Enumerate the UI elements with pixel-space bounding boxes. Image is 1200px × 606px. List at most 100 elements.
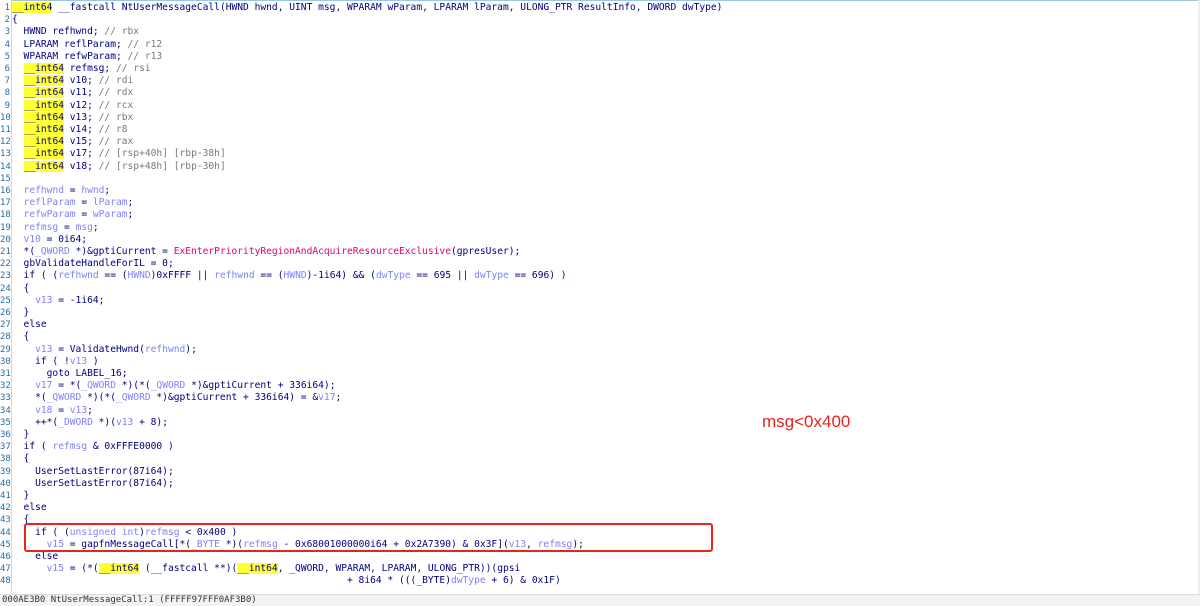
code-line[interactable]: 9 __int64 v12; // rcx [0,99,1190,112]
code-token: refwParam [12,209,76,221]
code-token: = *( [52,380,82,392]
code-token: *)( [92,416,116,428]
code-token: } [12,429,30,440]
code-line[interactable]: 3 HWND refhwnd; // rbx [0,26,1190,38]
code-token: // r8 [98,124,128,135]
code-line[interactable]: 25 v13 = -1i64; [0,295,1190,307]
line-number: 19 [0,222,11,233]
line-number: 3 [4,27,10,38]
line-number: 2 [4,15,10,26]
code-token: ; [92,221,99,233]
code-line[interactable]: 6 __int64 refmsg; // rsi [0,63,1190,75]
code-line[interactable]: 26 } [0,307,1190,319]
line-number: 23 [0,271,11,282]
code-token: hwnd [81,185,105,196]
code-line[interactable]: 36 } [0,429,1190,441]
code-line[interactable]: 48 + 8i64 * (((_BYTE)dwType + 6) & 0x1F) [0,575,1190,587]
code-line[interactable]: 2{ [0,14,1190,26]
code-token: // [rsp+48h] [rbp-30h] [98,160,226,172]
code-line[interactable]: 24 { [0,283,1190,295]
code-text: } [12,490,30,502]
code-token: v18; [64,160,99,172]
code-token: if ( ( [12,270,59,282]
code-line[interactable]: 19 refmsg = msg; [0,222,1190,234]
code-line[interactable]: 18 refwParam = wParam; [0,209,1190,221]
code-line[interactable]: 13 __int64 v17; // [rsp+40h] [rbp-38h] [0,148,1190,160]
code-line[interactable]: 46 else [0,551,1190,563]
code-line[interactable]: 47 v15 = (*(__int64 (__fastcall **)(__in… [0,563,1190,575]
code-line[interactable]: 16 refhwnd = hwnd; [0,185,1190,197]
code-text: UserSetLastError(87i64); [12,466,174,478]
code-line[interactable]: 11 __int64 v14; // r8 [0,124,1190,136]
code-line[interactable]: 34 v18 = v13; [0,405,1190,417]
code-line[interactable]: 27 else [0,319,1190,331]
code-line[interactable]: 41 } [0,490,1190,502]
code-token: *)(*( [115,380,151,392]
code-token: v12; [64,99,99,111]
code-line[interactable]: 8 __int64 v11; // rdx [0,87,1190,99]
line-number: 29 [0,344,11,355]
code-line[interactable]: 4 LPARAM reflParam; // r12 [0,39,1190,51]
code-token: v13 [69,355,88,367]
code-token: = 0i64; [40,233,88,245]
code-token: , _QWORD, WPARAM, LPARAM, ULONG_PTR))(gp… [277,563,521,575]
code-token: // rbx [98,111,134,123]
code-line[interactable]: 12 __int64 v15; // rax [0,136,1190,148]
line-number: 45 [0,539,11,550]
code-token: wParam [92,209,128,221]
code-token: WPARAM refwParam; [12,50,128,62]
code-line[interactable]: 7 __int64 v10; // rdi [0,75,1190,87]
code-token: __int64 [23,87,64,99]
code-token: v17 [12,380,53,392]
code-line[interactable]: 40 UserSetLastError(87i64); [0,478,1190,490]
code-token: *)&gptiCurrent + 336i64) = & [150,392,319,404]
code-line[interactable]: 22 gbValidateHandleForIL = 0; [0,258,1190,270]
code-line[interactable]: 32 v17 = *(_QWORD *)(*(_QWORD *)&gptiCur… [0,380,1190,392]
code-line[interactable]: 23 if ( (refhwnd == (HWND)0xFFFF || refh… [0,270,1190,282]
code-token: __int64 [237,563,278,575]
code-token: v14; [64,124,99,135]
code-line[interactable]: 10 __int64 v13; // rbx [0,111,1190,124]
code-line[interactable]: 5 WPARAM refwParam; // r13 [0,51,1190,63]
line-number: 41 [0,491,11,501]
code-line[interactable]: 33 *(_QWORD *)(*(_QWORD *)&gptiCurrent +… [0,392,1190,404]
line-number: 21 [0,247,11,257]
code-text: gbValidateHandleForIL = 0; [12,258,174,270]
code-token: __int64 [23,63,64,74]
highlight-box [24,523,713,552]
code-line[interactable]: 31 goto LABEL_16; [0,368,1190,380]
code-line[interactable]: 35 ++*(_DWORD *)(v13 + 8); [0,417,1190,429]
code-line[interactable]: 30 if ( !v13 ) [0,356,1190,368]
code-token: goto LABEL_16; [12,368,128,379]
code-line[interactable]: 38 { [0,453,1190,465]
code-line[interactable]: 17 reflParam = lParam; [0,197,1190,209]
line-number: 30 [0,356,11,367]
code-line[interactable]: 14 __int64 v18; // [rsp+48h] [rbp-30h] [0,160,1190,173]
code-token: __fastcall NtUserMessageCall(HWND hwnd, … [52,2,723,13]
code-token: { [12,14,18,26]
line-number: 24 [0,283,11,294]
code-token: = [75,197,93,209]
code-line[interactable]: 42 else [0,502,1190,514]
code-token: ExEnterPriorityRegionAndAcquireResourceE… [173,246,451,257]
line-number: 32 [0,381,11,392]
code-line[interactable]: 29 v13 = ValidateHwnd(refhwnd); [0,344,1190,356]
code-text: if ( (refhwnd == (HWND)0xFFFF || refhwnd… [12,270,567,282]
code-text: v13 = ValidateHwnd(refhwnd); [12,344,197,356]
code-line[interactable]: 37 if ( refmsg & 0xFFFE0000 ) [0,441,1190,453]
code-line[interactable]: 20 v10 = 0i64; [0,234,1190,246]
code-line[interactable]: 28 { [0,331,1190,343]
code-line[interactable]: 1 __int64 __fastcall NtUserMessageCall(HW… [0,2,1190,14]
code-token: } [12,490,30,501]
code-token: refmsg; [64,63,116,74]
pseudocode-editor[interactable]: 1 __int64 __fastcall NtUserMessageCall(HW… [0,0,1200,594]
code-line[interactable]: 21 *(_QWORD *)&gptiCurrent = ExEnterPrio… [0,246,1190,258]
code-line[interactable]: 39 UserSetLastError(87i64); [0,466,1190,478]
code-line[interactable]: 15 [0,173,1190,185]
code-text: if ( refmsg & 0xFFFE0000 ) [12,441,174,453]
line-number: 10 [0,112,11,123]
code-token: _QWORD [35,246,70,257]
code-token: else [12,502,47,514]
